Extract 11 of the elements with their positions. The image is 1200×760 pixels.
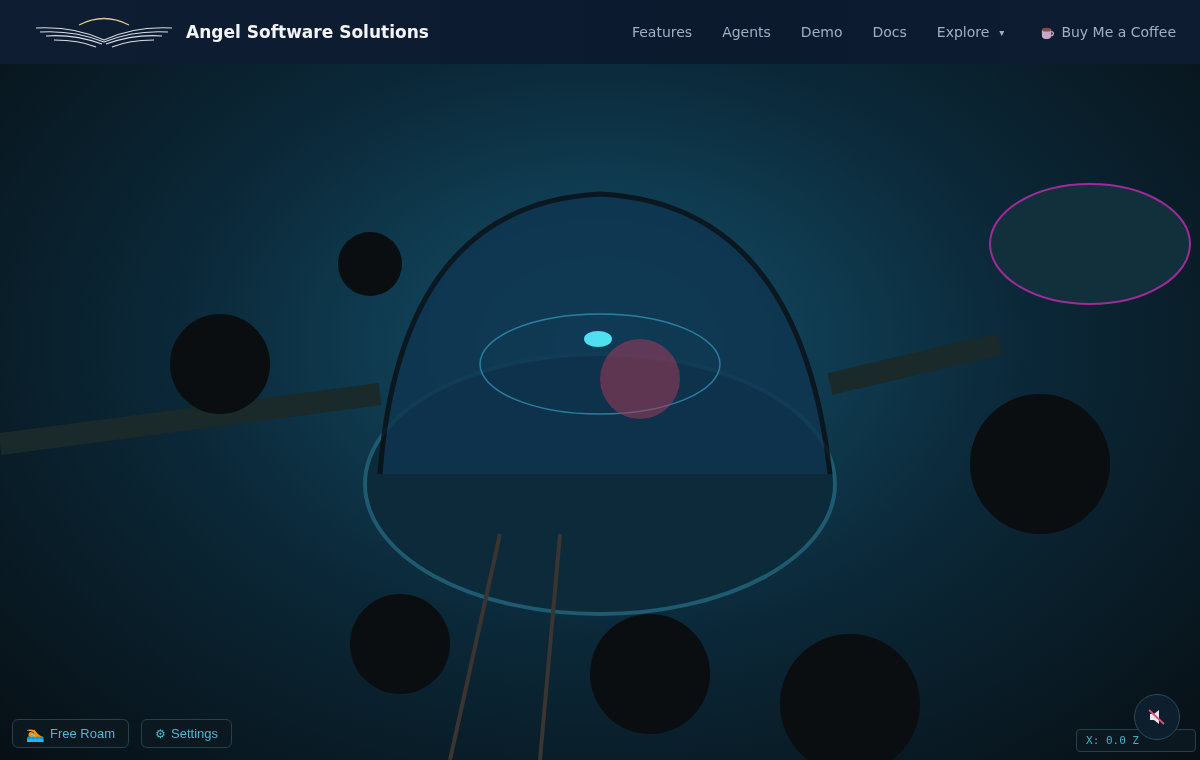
site-title[interactable]: Angel Software Solutions bbox=[186, 22, 429, 42]
nav-link[interactable]: Agents bbox=[722, 24, 771, 40]
coffee-link[interactable]: Buy Me a Coffee bbox=[1040, 24, 1176, 40]
nav-link[interactable]: Docs bbox=[872, 24, 907, 40]
muted-speaker-icon bbox=[1147, 707, 1167, 727]
nav-link[interactable]: Features bbox=[631, 24, 693, 40]
explore-dropdown[interactable]: Explore ▾ bbox=[936, 24, 1005, 40]
free-roam-button[interactable]: 🏊 Free Roam bbox=[12, 719, 130, 748]
settings-button[interactable]: ⚙ Settings bbox=[141, 719, 232, 748]
coordinates-readout: X: 0.0 Z bbox=[1076, 729, 1196, 752]
nav-link[interactable]: Demo bbox=[800, 24, 843, 40]
